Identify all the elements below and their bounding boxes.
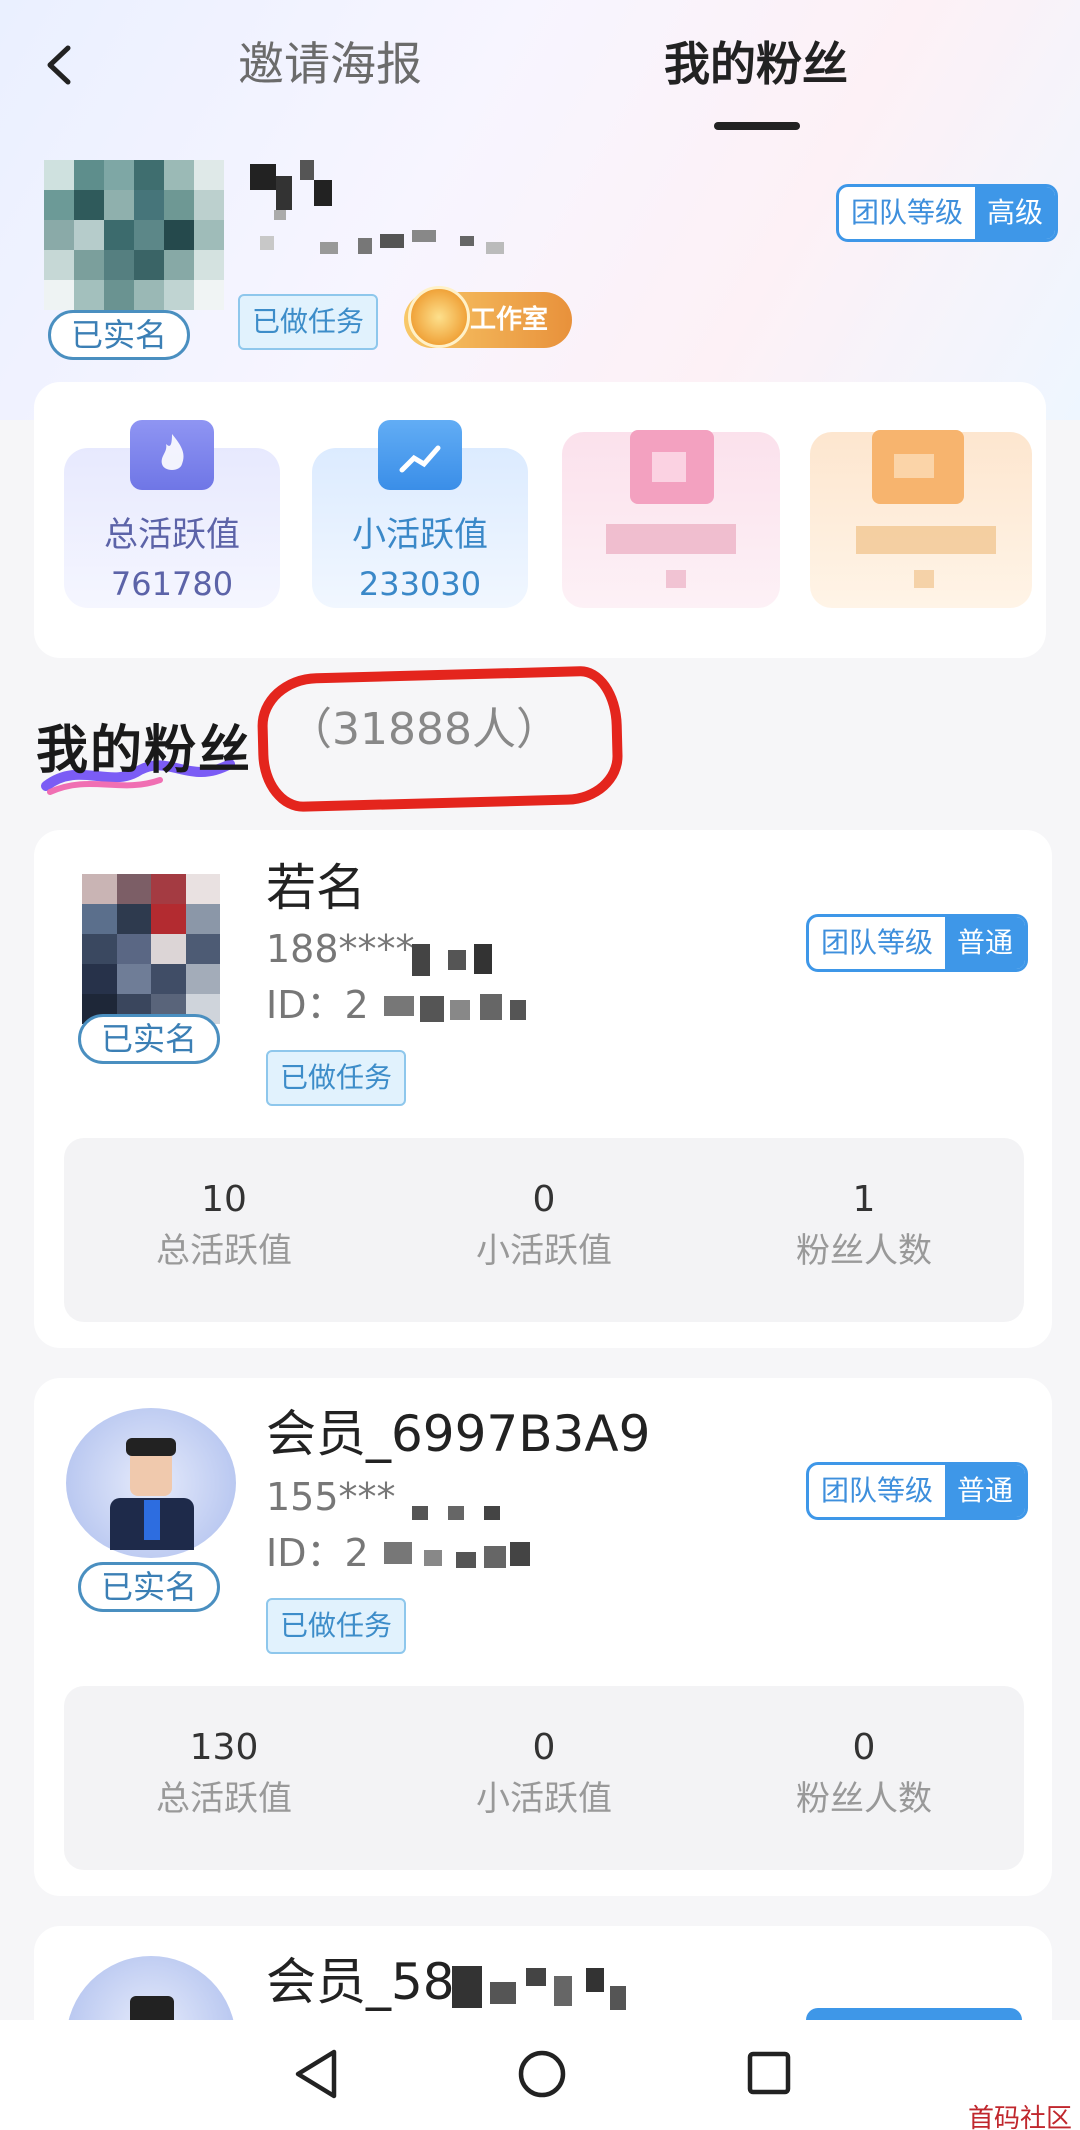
team-level-badge: 团队等级 普通 <box>806 914 1029 972</box>
team-level-value: 普通 <box>945 1465 1026 1517</box>
stat-label: 小活跃值 <box>352 515 488 555</box>
verified-tag: 已实名 <box>78 1562 221 1612</box>
section-title: 我的粉丝 <box>36 721 253 781</box>
trend-chart-icon <box>378 420 462 490</box>
fan-stats-panel: 10 总活跃值 0 小活跃值 1 粉丝人数 <box>64 1138 1024 1322</box>
nav-back-icon[interactable] <box>292 2046 342 2102</box>
stat-label: 总活跃值 <box>156 1231 292 1271</box>
team-level-label: 团队等级 <box>821 1474 934 1507</box>
watermark: 首码社区 <box>967 2104 1072 2130</box>
fan-stat-total-active: 10 总活跃值 <box>94 1178 354 1274</box>
fan-id: ID：2 <box>266 983 369 1027</box>
fan-stats-panel: 130 总活跃值 0 小活跃值 0 粉丝人数 <box>64 1686 1024 1870</box>
crown-medal-icon <box>408 286 470 348</box>
fan-stat-fans-count: 0 粉丝人数 <box>734 1726 994 1822</box>
team-level-value: 高级 <box>975 187 1056 239</box>
fan-stat-total-active: 130 总活跃值 <box>94 1726 354 1822</box>
fan-name: 会员_6997B3A9 <box>266 1405 651 1463</box>
team-level-label: 团队等级 <box>821 926 934 959</box>
verified-tag: 已实名 <box>48 310 191 360</box>
stat-label: 总活跃值 <box>156 1779 292 1819</box>
id-blurred <box>384 1542 530 1568</box>
studio-badge: 工作室 <box>404 286 572 348</box>
stat-label: 粉丝人数 <box>796 1779 932 1819</box>
flame-icon <box>130 420 214 490</box>
tab-my-fans[interactable]: 我的粉丝 <box>664 36 848 92</box>
team-level-label: 团队等级 <box>851 196 964 229</box>
stat-value: 1 <box>852 1179 876 1220</box>
stat-value: 761780 <box>110 565 234 603</box>
phone-blurred <box>412 944 492 976</box>
fan-avatar <box>66 1408 236 1558</box>
stat-value: 0 <box>852 1727 876 1768</box>
stat-label: 粉丝人数 <box>796 1231 932 1271</box>
name-blurred <box>452 1966 626 2010</box>
nav-recents-icon[interactable] <box>746 2050 792 2096</box>
stat-blurred-pink[interactable] <box>562 430 780 608</box>
stat-value: 130 <box>189 1727 259 1768</box>
team-level-badge: 团队等级 普通 <box>806 1462 1029 1520</box>
stat-value: 0 <box>532 1179 556 1220</box>
studio-badge-label: 工作室 <box>470 305 549 335</box>
fan-stat-small-active: 0 小活跃值 <box>414 1178 674 1274</box>
tab-invite-poster[interactable]: 邀请海报 <box>238 36 422 92</box>
fan-phone: 155*** <box>266 1475 396 1519</box>
nav-home-icon[interactable] <box>516 2048 568 2100</box>
back-arrow-icon[interactable] <box>36 40 86 90</box>
username-blurred <box>250 160 504 254</box>
id-blurred <box>384 994 526 1022</box>
task-done-tag: 已做任务 <box>238 294 379 350</box>
task-done-tag: 已做任务 <box>266 1598 407 1654</box>
team-level-badge: 团队等级 高级 <box>836 184 1059 242</box>
fan-stat-fans-count: 1 粉丝人数 <box>734 1178 994 1274</box>
stat-label: 小活跃值 <box>476 1779 612 1819</box>
stat-value: 233030 <box>358 565 482 603</box>
stat-value: 0 <box>532 1727 556 1768</box>
stat-label: 总活跃值 <box>104 515 240 555</box>
fan-phone: 188**** <box>266 927 415 971</box>
stat-label: 小活跃值 <box>476 1231 612 1271</box>
active-tab-indicator <box>714 122 800 130</box>
fan-stat-small-active: 0 小活跃值 <box>414 1726 674 1822</box>
stat-value: 10 <box>201 1179 247 1220</box>
fan-name: 会员_58 <box>266 1953 455 2011</box>
fan-name: 若名 <box>266 859 366 917</box>
avatar <box>44 160 224 310</box>
phone-blurred <box>412 1506 500 1520</box>
stat-blurred-orange[interactable] <box>810 430 1032 608</box>
verified-tag: 已实名 <box>78 1014 221 1064</box>
highlight-circle <box>256 665 624 813</box>
fan-id: ID：2 <box>266 1531 369 1575</box>
task-done-tag: 已做任务 <box>266 1050 407 1106</box>
team-level-value: 普通 <box>945 917 1026 969</box>
fan-avatar <box>82 874 220 1024</box>
